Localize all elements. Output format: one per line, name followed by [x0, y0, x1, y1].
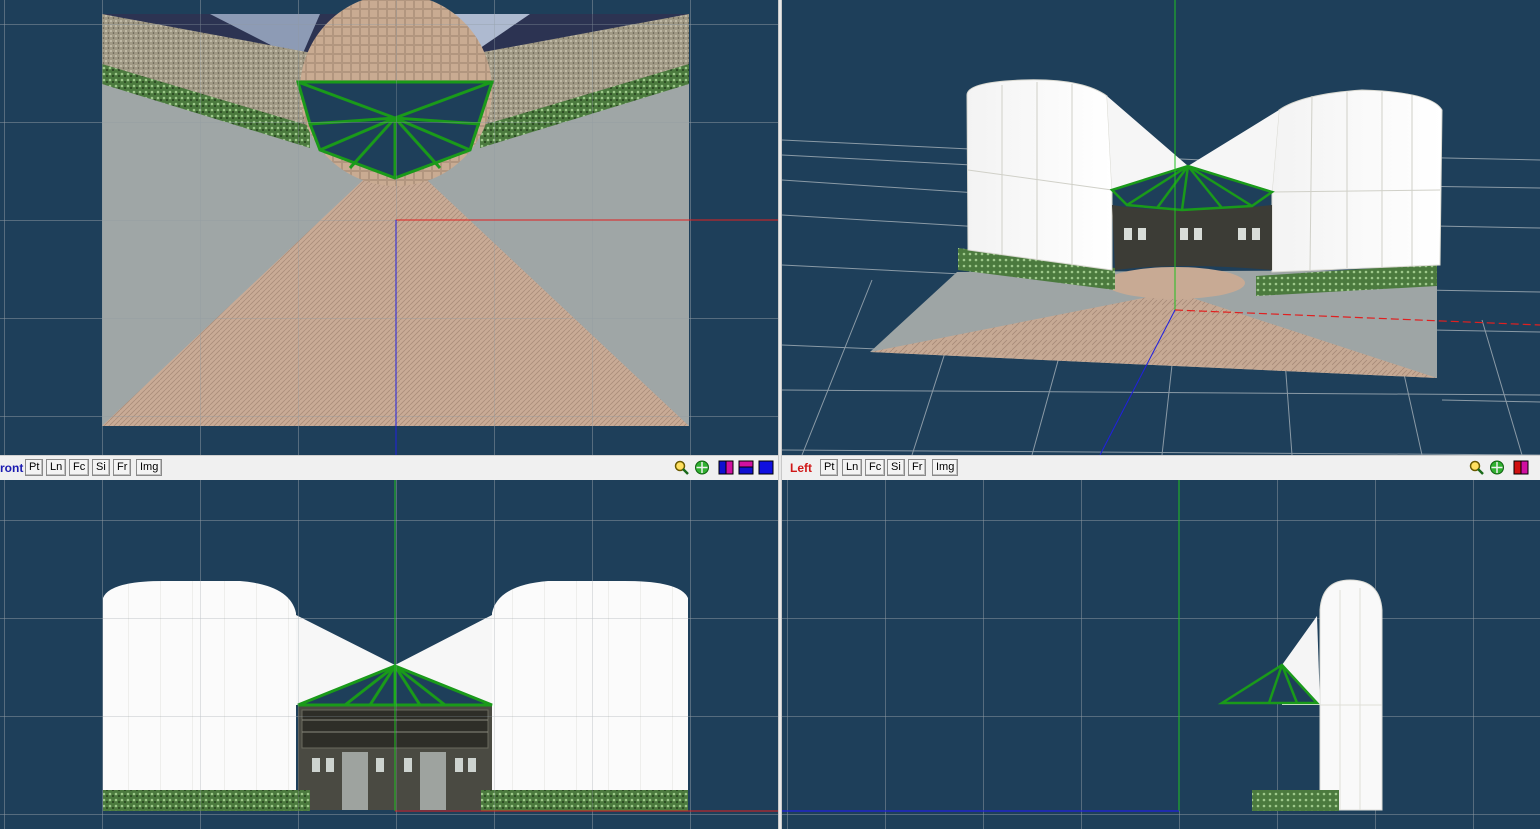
face-mode-button[interactable]: Fc	[69, 459, 90, 476]
top-view-canvas[interactable]	[0, 0, 778, 455]
face-mode-button[interactable]: Fc	[865, 459, 886, 476]
viewport-perspective[interactable]	[782, 0, 1540, 455]
point-mode-button[interactable]: Pt	[25, 459, 44, 476]
silhouette-mode-button[interactable]: Si	[887, 459, 905, 476]
frame-mode-button[interactable]: Fr	[113, 459, 132, 476]
left-view-toolbar: Left Pt Ln Fc Si Fr Img	[782, 455, 1540, 481]
image-mode-button[interactable]: Img	[136, 459, 163, 476]
zoom-icon[interactable]	[1469, 460, 1485, 475]
zoom-icon[interactable]	[674, 460, 690, 475]
left-wall-profile[interactable]	[1319, 579, 1383, 811]
line-mode-button[interactable]: Ln	[46, 459, 67, 476]
front-view-canvas[interactable]	[0, 480, 778, 829]
perspective-view-canvas[interactable]	[782, 0, 1540, 455]
pan-icon[interactable]	[1489, 460, 1505, 475]
viewport-left[interactable]	[782, 480, 1540, 829]
line-mode-button[interactable]: Ln	[842, 459, 863, 476]
viewport-top[interactable]	[0, 0, 778, 455]
storefront[interactable]	[1112, 205, 1272, 270]
viewport-front[interactable]	[0, 480, 778, 829]
left-view-canvas[interactable]	[782, 480, 1540, 829]
left-view-label[interactable]: Left	[790, 461, 812, 475]
point-mode-button[interactable]: Pt	[820, 459, 839, 476]
material-icon[interactable]	[738, 460, 754, 475]
solid-color-icon[interactable]	[758, 460, 774, 475]
front-view-toolbar: ront Pt Ln Fc Si Fr Img	[0, 455, 778, 481]
silhouette-mode-button[interactable]: Si	[92, 459, 110, 476]
color-mode-icon[interactable]	[1513, 460, 1529, 475]
wall-left[interactable]	[966, 79, 1113, 271]
frame-mode-button[interactable]: Fr	[908, 459, 927, 476]
pan-icon[interactable]	[694, 460, 710, 475]
left-hedge[interactable]	[1252, 790, 1339, 811]
front-view-label[interactable]: ront	[0, 461, 23, 475]
wall-right[interactable]	[1271, 89, 1443, 273]
image-mode-button[interactable]: Img	[932, 459, 959, 476]
color-mode-icon[interactable]	[718, 460, 734, 475]
